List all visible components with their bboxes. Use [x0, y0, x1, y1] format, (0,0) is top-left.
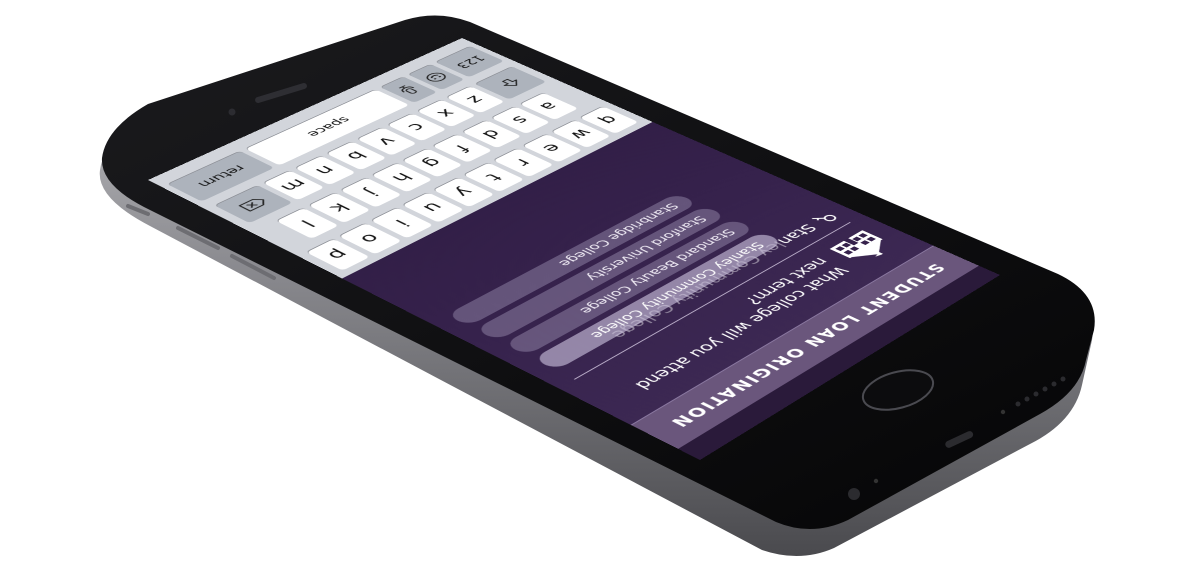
front-camera — [229, 109, 236, 116]
microphone-icon — [394, 83, 424, 97]
key-icon — [809, 210, 841, 226]
shift-icon — [496, 76, 526, 90]
school-building-icon — [825, 228, 900, 266]
screw — [874, 479, 878, 483]
backspace-icon — [237, 196, 271, 213]
product-mockup-scene: Student Loan Origination What college wi… — [0, 0, 1200, 566]
emoji-icon — [421, 70, 451, 84]
headphone-jack — [848, 488, 860, 500]
screw — [1001, 410, 1005, 414]
